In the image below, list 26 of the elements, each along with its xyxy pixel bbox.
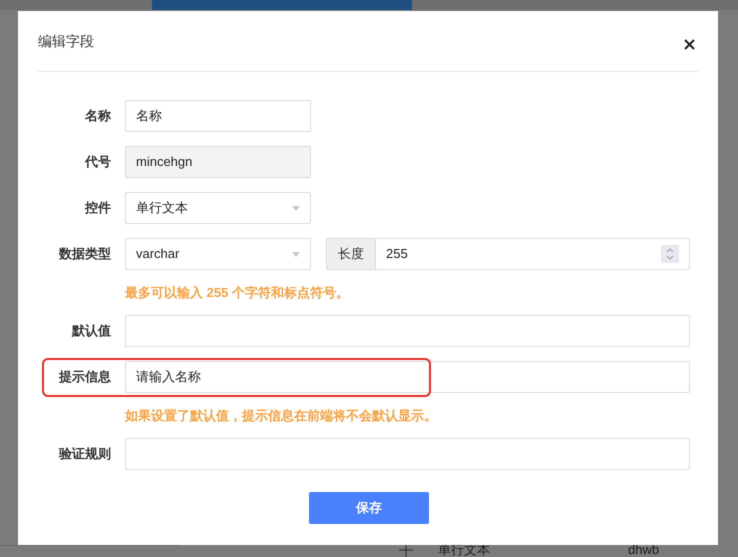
field-label: 代号 bbox=[84, 153, 111, 172]
dialog-title: 编辑字段 bbox=[38, 32, 94, 50]
field-label: 名称 bbox=[84, 107, 111, 126]
save-button[interactable]: 保存 bbox=[309, 492, 429, 524]
close-button[interactable] bbox=[682, 37, 696, 51]
input-field[interactable]: 请输入名称 bbox=[125, 361, 690, 393]
length-addon: 长度 bbox=[326, 238, 376, 270]
input-field[interactable]: 名称 bbox=[125, 100, 311, 132]
field-label: 数据类型 bbox=[58, 245, 111, 264]
field-label: 验证规则 bbox=[58, 445, 111, 464]
field-label: 控件 bbox=[84, 199, 111, 218]
dropdown-caret-icon bbox=[292, 206, 300, 210]
dropdown[interactable]: 单行文本 bbox=[125, 192, 311, 224]
close-icon bbox=[684, 38, 694, 50]
dropdown-caret-icon bbox=[292, 252, 300, 256]
input-field[interactable] bbox=[125, 438, 690, 470]
input-field[interactable] bbox=[125, 315, 690, 347]
hint-text: 最多可以输入 255 个字符和标点符号。 bbox=[125, 285, 350, 301]
active-tab[interactable] bbox=[152, 0, 412, 10]
hint-text: 如果设置了默认值，提示信息在前端将不会默认显示。 bbox=[125, 408, 438, 424]
row-text: dhwb bbox=[628, 541, 660, 557]
field-label: 提示信息 bbox=[58, 368, 111, 386]
spinner-icon[interactable] bbox=[661, 245, 679, 263]
number-field[interactable]: 255 bbox=[376, 238, 690, 270]
field-label: 默认值 bbox=[70, 322, 111, 340]
dropdown[interactable]: varchar bbox=[125, 238, 311, 270]
